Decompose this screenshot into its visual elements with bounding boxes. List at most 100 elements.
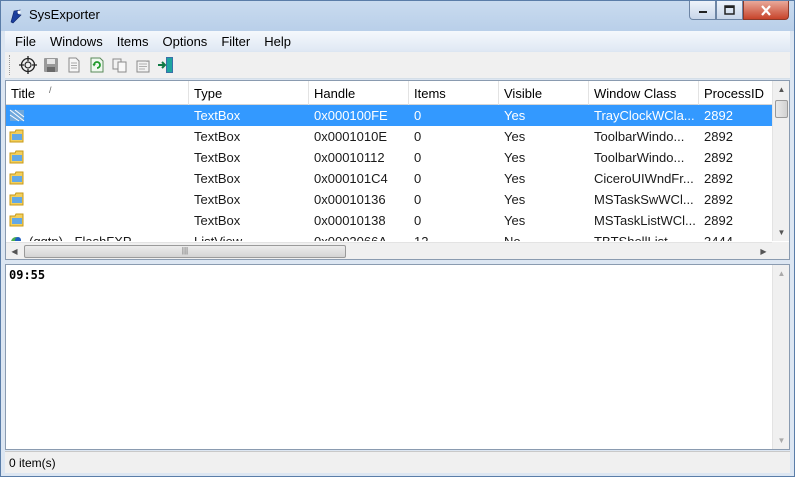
row-title: (qqtp) - FlashFXP <box>29 234 132 241</box>
window-text-content: 09:55 <box>9 268 46 282</box>
cell-type: TextBox <box>194 192 241 207</box>
cell-type: TextBox <box>194 108 241 123</box>
textbox-window-icon <box>9 109 25 122</box>
column-handle[interactable]: Handle <box>309 81 409 105</box>
minimize-button[interactable] <box>689 1 716 20</box>
scroll-up-arrow-icon[interactable]: ▲ <box>773 81 789 98</box>
table-row[interactable]: TextBox 0x0001010E 0 Yes ToolbarWindo... 2892 <box>6 126 774 147</box>
cell-class: ToolbarWindo... <box>594 129 685 144</box>
column-process-id[interactable]: ProcessID <box>699 81 774 105</box>
save-button[interactable] <box>39 54 62 77</box>
document-icon <box>68 57 79 73</box>
maximize-icon <box>724 5 735 15</box>
column-visible[interactable]: Visible <box>499 81 589 105</box>
table-row[interactable]: TextBox 0x00010136 0 Yes MSTaskSwWCl... 2892 <box>6 189 774 210</box>
column-items[interactable]: Items <box>409 81 499 105</box>
text-pane-vertical-scrollbar[interactable]: ▲ ▼ <box>772 265 789 449</box>
table-row[interactable]: TextBox 0x000101C4 0 Yes CiceroUIWndFr... 289… <box>6 168 774 189</box>
sort-ascending-icon: / <box>49 85 52 95</box>
table-row[interactable]: TextBox 0x00010138 0 Yes MSTaskListWCl... 289… <box>6 210 774 231</box>
cell-handle: 0x0002066A <box>309 231 409 241</box>
table-row[interactable]: TextBox 0x000100FE 0 Yes TrayClockWCla... 289… <box>6 105 774 126</box>
properties-button[interactable] <box>131 54 154 77</box>
scroll-right-arrow-icon[interactable]: ▶ <box>755 243 772 259</box>
close-button[interactable] <box>743 1 789 20</box>
cell-class: MSTaskSwWCl... <box>594 192 694 207</box>
windows-list[interactable]: Title / Type Handle Items Visible Window… <box>5 80 790 260</box>
cell-visible: No <box>499 231 589 241</box>
exit-icon <box>157 57 173 73</box>
cell-type: TextBox <box>194 213 241 228</box>
scroll-left-arrow-icon[interactable]: ◀ <box>6 243 23 259</box>
cell-pid: 2892 <box>704 192 733 207</box>
cell-type: TextBox <box>194 171 241 186</box>
table-row[interactable]: TextBox 0x00010112 0 Yes ToolbarWindo... 2892 <box>6 147 774 168</box>
menu-bar: File Windows Items Options Filter Help <box>5 31 790 51</box>
list-header: Title / Type Handle Items Visible Window… <box>6 81 774 105</box>
list-vertical-scrollbar[interactable]: ▲ ▼ <box>772 81 789 241</box>
table-row[interactable]: (qqtp) - FlashFXP ListView0x0002066A12NoT… <box>6 231 774 241</box>
report-button[interactable] <box>62 54 85 77</box>
scroll-down-arrow-icon[interactable]: ▼ <box>773 224 789 241</box>
listview-window-icon <box>11 237 21 241</box>
cell-title <box>6 189 189 210</box>
refresh-button[interactable] <box>85 54 108 77</box>
minimize-icon <box>698 11 707 13</box>
menu-items[interactable]: Items <box>110 34 156 49</box>
textbox-window-icon <box>9 192 24 206</box>
cell-visible: Yes <box>504 192 526 207</box>
cell-handle: 0x00010136 <box>314 192 386 207</box>
cell-class: ToolbarWindo... <box>594 150 685 165</box>
cell-handle: 0x00010112 <box>314 150 385 165</box>
cell-title <box>6 168 189 189</box>
cell-handle: 0x00010138 <box>314 213 386 228</box>
cell-class: TrayClockWCla... <box>594 108 695 123</box>
cell-type: TextBox <box>194 150 241 165</box>
horizontal-scroll-thumb[interactable]: ||| <box>24 245 346 258</box>
crosshair-icon <box>18 56 37 74</box>
cell-handle: 0x000100FE <box>314 108 388 123</box>
toolbar-grip[interactable] <box>9 55 12 75</box>
cell-handle: 0x0001010E <box>314 129 388 144</box>
cell-handle: 0x000101C4 <box>314 171 388 186</box>
text-scroll-up-arrow-icon[interactable]: ▲ <box>773 265 790 282</box>
maximize-button[interactable] <box>716 1 743 20</box>
cell-items: 0 <box>414 129 422 144</box>
cell-class: TBTShellList <box>589 231 699 241</box>
menu-file[interactable]: File <box>8 34 43 49</box>
vertical-scroll-thumb[interactable] <box>775 100 788 118</box>
cell-type: ListView <box>189 231 309 241</box>
cell-title <box>6 210 189 231</box>
title-bar[interactable]: SysExporter <box>1 1 794 31</box>
window-text-pane[interactable]: 09:55 ▲ ▼ <box>5 264 790 450</box>
cell-type: TextBox <box>194 129 241 144</box>
menu-help[interactable]: Help <box>257 34 298 49</box>
app-icon <box>8 8 24 24</box>
window-title: SysExporter <box>29 7 100 22</box>
menu-options[interactable]: Options <box>156 34 215 49</box>
textbox-window-icon <box>9 213 24 227</box>
cell-items: 12 <box>409 231 499 241</box>
find-window-button[interactable] <box>16 54 39 77</box>
status-item-count: 0 item(s) <box>9 456 56 470</box>
cell-visible: Yes <box>504 150 526 165</box>
column-title-label: Title <box>11 86 36 101</box>
text-scroll-down-arrow-icon[interactable]: ▼ <box>773 432 790 449</box>
cell-visible: Yes <box>504 129 526 144</box>
cell-pid: 2892 <box>704 171 733 186</box>
exit-button[interactable] <box>154 54 177 77</box>
column-title[interactable]: Title / <box>6 81 189 105</box>
toolbar <box>5 52 790 79</box>
copy-button[interactable] <box>108 54 131 77</box>
menu-filter[interactable]: Filter <box>214 34 257 49</box>
list-body: TextBox 0x000100FE 0 Yes TrayClockWCla... 289… <box>6 105 774 241</box>
status-bar: 0 item(s) <box>5 451 790 473</box>
list-horizontal-scrollbar[interactable]: ◀ ||| ▶ <box>6 242 789 259</box>
cell-visible: Yes <box>504 108 526 123</box>
menu-windows[interactable]: Windows <box>43 34 110 49</box>
textbox-window-icon <box>9 129 24 143</box>
cell-items: 0 <box>414 150 422 165</box>
column-type[interactable]: Type <box>189 81 309 105</box>
cell-pid: 2892 <box>704 108 733 123</box>
column-window-class[interactable]: Window Class <box>589 81 699 105</box>
